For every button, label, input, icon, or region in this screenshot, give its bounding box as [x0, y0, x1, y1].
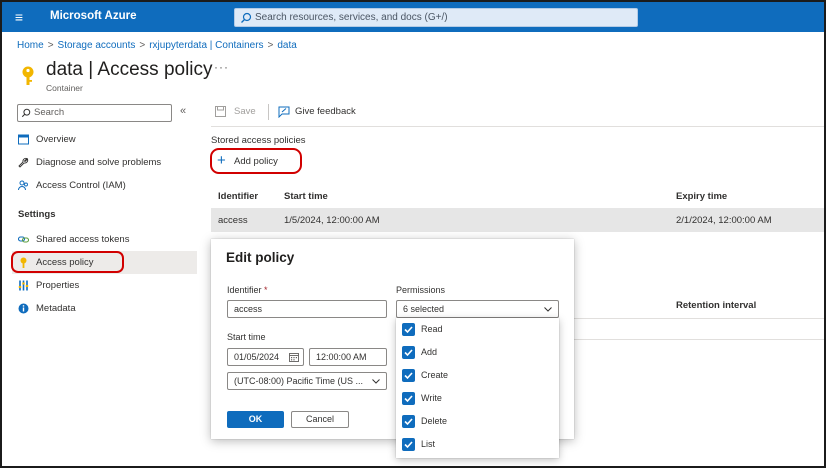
timezone-value: (UTC-08:00) Pacific Time (US ... [234, 376, 364, 386]
cancel-button[interactable]: Cancel [291, 411, 349, 428]
row-start-time: 1/5/2024, 12:00:00 AM [284, 215, 380, 226]
sidebar-item-overview[interactable]: Overview [12, 128, 197, 151]
identifier-input[interactable]: access [227, 300, 387, 318]
properties-icon [18, 280, 29, 291]
search-icon [241, 12, 252, 23]
permission-label: Read [421, 324, 443, 334]
permission-label: List [421, 439, 436, 449]
calendar-icon[interactable] [289, 352, 299, 362]
search-icon [21, 108, 31, 118]
start-date-input[interactable]: 01/05/2024 [227, 348, 304, 366]
settings-heading: Settings [18, 209, 56, 220]
sidebar-item-shared-access-tokens[interactable]: Shared access tokens [12, 228, 197, 251]
permission-option-write[interactable]: Write [396, 387, 559, 410]
app-window: ≡ Microsoft Azure Search resources, serv… [0, 0, 826, 468]
identifier-label-text: Identifier [227, 285, 262, 295]
breadcrumb-containers[interactable]: rxjupyterdata | Containers [149, 40, 263, 51]
breadcrumb-separator: > [267, 40, 274, 51]
permission-label: Delete [421, 416, 448, 426]
chevron-down-icon [372, 379, 380, 384]
column-header-expiry-time[interactable]: Expiry time [676, 191, 727, 202]
chevron-down-icon [544, 307, 552, 312]
save-label: Save [234, 106, 256, 117]
checkbox-checked-icon[interactable] [402, 392, 415, 405]
identifier-label: Identifier * [227, 285, 268, 295]
checkbox-checked-icon[interactable] [402, 369, 415, 382]
checkbox-checked-icon[interactable] [402, 346, 415, 359]
permission-option-read[interactable]: Read [396, 318, 559, 341]
permission-option-list[interactable]: List [396, 433, 559, 456]
breadcrumb-home[interactable]: Home [17, 40, 44, 51]
breadcrumb-separator: > [139, 40, 146, 51]
permission-option-delete[interactable]: Delete [396, 410, 559, 433]
toolbar-divider [268, 104, 269, 120]
dialog-title: Edit policy [226, 250, 295, 265]
sidebar-item-diagnose[interactable]: Diagnose and solve problems [12, 151, 197, 174]
column-header-start-time[interactable]: Start time [284, 191, 328, 202]
collapse-sidebar-icon[interactable]: « [180, 105, 186, 117]
global-search-placeholder: Search resources, services, and docs (G+… [255, 12, 448, 23]
annotation-highlight-add-policy [210, 148, 302, 174]
give-feedback-label: Give feedback [295, 106, 356, 117]
more-options-icon[interactable]: ··· [214, 60, 229, 74]
people-icon [18, 180, 28, 191]
column-header-identifier[interactable]: Identifier [218, 191, 258, 202]
link-icon [18, 236, 29, 243]
sidebar-item-label: Diagnose and solve problems [36, 157, 162, 168]
stored-access-policies-label: Stored access policies [211, 135, 306, 146]
toolbar-divider-line [211, 126, 824, 127]
required-marker: * [264, 285, 268, 295]
permissions-select[interactable]: 6 selected [396, 300, 559, 318]
sidebar-item-metadata[interactable]: Metadata [12, 297, 197, 320]
timezone-select[interactable]: (UTC-08:00) Pacific Time (US ... [227, 372, 387, 390]
sidebar-search-input[interactable]: Search [17, 104, 172, 122]
page-subtitle: Container [46, 83, 83, 93]
sidebar-item-label: Properties [36, 280, 80, 291]
sidebar-item-label: Metadata [36, 303, 76, 314]
table-divider [559, 339, 824, 340]
brand-name: Microsoft Azure [50, 10, 137, 22]
breadcrumb-separator: > [47, 40, 54, 51]
permissions-value: 6 selected [403, 304, 445, 314]
permission-label: Create [421, 370, 449, 380]
checkbox-checked-icon[interactable] [402, 323, 415, 336]
wrench-icon [18, 157, 29, 168]
permissions-label: Permissions [396, 285, 446, 295]
row-expiry-time: 2/1/2024, 12:00:00 AM [676, 215, 772, 226]
sidebar-search-placeholder: Search [34, 107, 65, 118]
key-icon [22, 66, 34, 85]
breadcrumb-data[interactable]: data [277, 40, 296, 51]
permission-option-create[interactable]: Create [396, 364, 559, 387]
checkbox-checked-icon[interactable] [402, 438, 415, 451]
start-time-input[interactable]: 12:00:00 AM [309, 348, 387, 366]
top-bar: ≡ Microsoft Azure Search resources, serv… [2, 2, 824, 32]
page-title: data | Access policy [46, 59, 213, 80]
start-time-label: Start time [227, 332, 266, 342]
save-icon [215, 106, 226, 117]
global-search-input[interactable]: Search resources, services, and docs (G+… [234, 8, 638, 27]
checkbox-checked-icon[interactable] [402, 415, 415, 428]
permissions-dropdown-list: Read Add Create Write Delete List [396, 318, 559, 458]
hamburger-icon[interactable]: ≡ [10, 9, 28, 25]
sidebar-item-iam[interactable]: Access Control (IAM) [12, 174, 197, 197]
overview-icon [18, 134, 29, 145]
annotation-highlight-access-policy [11, 251, 124, 273]
ok-button[interactable]: OK [227, 411, 284, 428]
sidebar-item-label: Access Control (IAM) [36, 180, 126, 191]
table-divider [559, 318, 824, 319]
sidebar-item-label: Overview [36, 134, 76, 145]
permission-label: Write [421, 393, 442, 403]
permission-option-add[interactable]: Add [396, 341, 559, 364]
sidebar-item-label: Shared access tokens [36, 234, 130, 245]
column-header-retention-interval[interactable]: Retention interval [676, 300, 756, 311]
feedback-icon [278, 106, 290, 118]
row-identifier: access [218, 215, 248, 226]
breadcrumb: Home > Storage accounts > rxjupyterdata | Co… [17, 40, 297, 51]
info-icon [18, 303, 29, 314]
permission-label: Add [421, 347, 438, 357]
breadcrumb-storage-accounts[interactable]: Storage accounts [58, 40, 136, 51]
sidebar-item-properties[interactable]: Properties [12, 274, 197, 297]
start-date-value: 01/05/2024 [234, 352, 280, 362]
